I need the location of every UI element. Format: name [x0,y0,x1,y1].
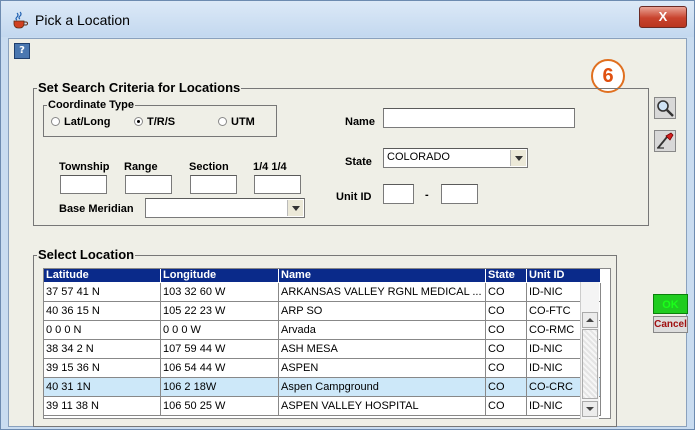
radio-dot [134,117,143,126]
township-label: Township [59,161,110,173]
scroll-down-button[interactable] [582,401,598,417]
coordinate-type-title: Coordinate Type [47,99,135,111]
close-button[interactable]: X [639,6,687,28]
cell-longitude: 105 22 23 W [161,302,279,321]
cell-latitude: 40 36 15 N [44,302,161,321]
section-label: Section [189,161,229,173]
cell-name: ASH MESA [279,340,486,359]
radio-dot [51,117,60,126]
table-row[interactable]: 39 11 38 N 106 50 25 W ASPEN VALLEY HOSPIT… [44,397,610,416]
quarter-field[interactable] [254,175,301,194]
cell-state: CO [486,359,527,378]
cell-state: CO [486,397,527,416]
column-header-name[interactable]: Name [279,269,486,282]
cell-longitude: 103 32 60 W [161,283,279,302]
search-criteria-title: Set Search Criteria for Locations [37,80,242,95]
cell-name: ARP SO [279,302,486,321]
cell-longitude: 106 54 44 W [161,359,279,378]
cell-name: Aspen Campground [279,378,486,397]
cell-name: ASPEN [279,359,486,378]
radio-label: T/R/S [147,116,176,128]
cell-name: ARKANSAS VALLEY RGNL MEDICAL ... [279,283,486,302]
column-header-state[interactable]: State [486,269,527,282]
column-header-latitude[interactable]: Latitude [44,269,161,282]
dialog-body: ? 6 Set Search Criteria for Locations Co… [8,38,688,427]
magnifier-icon [657,100,674,117]
window-title: Pick a Location [35,12,130,28]
chevron-down-icon[interactable] [510,150,526,166]
cancel-button[interactable]: Cancel [653,316,688,333]
chevron-down-icon[interactable] [287,200,303,216]
radio-label: Lat/Long [64,116,111,128]
title-bar: Pick a Location X [1,1,694,37]
radio-dot [218,117,227,126]
range-field[interactable] [125,175,172,194]
quarter-label: 1/4 1/4 [253,161,287,173]
cell-name: Arvada [279,321,486,340]
table-scrollbar[interactable] [580,282,599,419]
state-value: COLORADO [387,151,450,163]
radio-label: UTM [231,116,255,128]
cell-latitude: 39 15 36 N [44,359,161,378]
help-icon[interactable]: ? [14,43,30,59]
state-select[interactable]: COLORADO [383,148,528,168]
java-cup-icon [13,11,28,29]
unit-id-label: Unit ID [336,191,372,203]
cell-state: CO [486,340,527,359]
cell-longitude: 106 2 18W [161,378,279,397]
state-label: State [345,156,372,168]
section-field[interactable] [190,175,237,194]
unit-id-field-a[interactable] [383,184,414,204]
cell-latitude: 38 34 2 N [44,340,161,359]
clear-search-button[interactable] [654,130,676,152]
name-field[interactable] [383,108,575,128]
scroll-up-button[interactable] [582,312,598,328]
locations-table: Latitude Longitude Name State Unit ID 37… [43,268,611,419]
clear-search-icon [657,132,674,149]
table-header: Latitude Longitude Name State Unit ID [44,269,610,283]
chevron-up-icon [586,318,594,322]
ok-button[interactable]: OK [653,294,688,314]
select-location-title: Select Location [37,247,136,262]
cell-state: CO [486,321,527,340]
table-row[interactable]: 39 15 36 N 106 54 44 W ASPEN CO ID-NIC [44,359,610,378]
chevron-down-icon [586,407,594,411]
cell-name: ASPEN VALLEY HOSPITAL [279,397,486,416]
cell-longitude: 107 59 44 W [161,340,279,359]
base-meridian-select[interactable] [145,198,305,218]
table-row[interactable]: 40 36 15 N 105 22 23 W ARP SO CO CO-FTC [44,302,610,321]
pick-location-window: Pick a Location X ? 6 Set Search Criteri… [0,0,695,430]
cell-latitude: 37 57 41 N [44,283,161,302]
cell-latitude: 0 0 0 N [44,321,161,340]
cell-state: CO [486,283,527,302]
cell-longitude: 0 0 0 W [161,321,279,340]
table-row[interactable]: 37 57 41 N 103 32 60 W ARKANSAS VALLEY RGN… [44,283,610,302]
cell-state: CO [486,302,527,321]
cell-state: CO [486,378,527,397]
cell-latitude: 40 31 1N [44,378,161,397]
column-header-longitude[interactable]: Longitude [161,269,279,282]
table-row[interactable]: 0 0 0 N0 0 0 W Arvada CO CO-RMC [44,321,610,340]
unit-id-field-b[interactable] [441,184,478,204]
township-field[interactable] [60,175,107,194]
scroll-thumb[interactable] [582,329,598,399]
column-header-unit-id[interactable]: Unit ID [527,269,601,282]
search-button[interactable] [654,97,676,119]
cell-longitude: 106 50 25 W [161,397,279,416]
name-label: Name [345,116,375,128]
range-label: Range [124,161,158,173]
table-row[interactable]: 38 34 2 N 107 59 44 W ASH MESA CO ID-NIC [44,340,610,359]
table-row[interactable]: 40 31 1N 106 2 18W Aspen Campground CO CO-C… [44,378,610,397]
unit-id-separator: - [425,189,429,201]
base-meridian-label: Base Meridian [59,203,134,215]
cell-latitude: 39 11 38 N [44,397,161,416]
